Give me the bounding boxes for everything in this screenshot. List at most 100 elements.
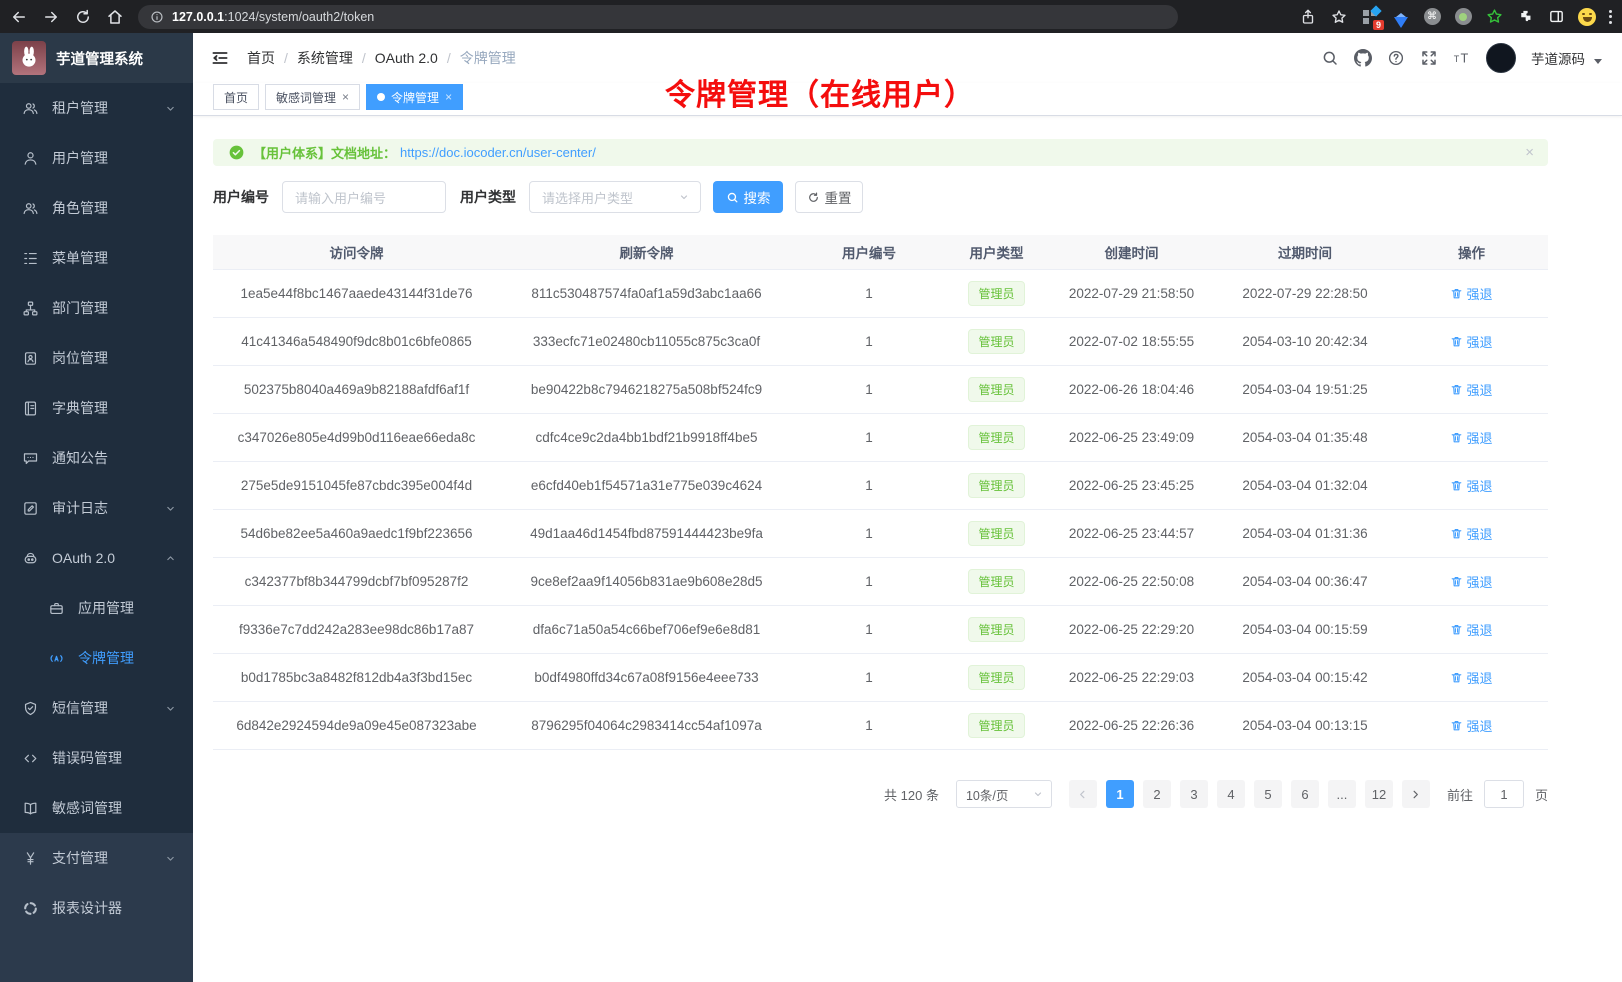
back-icon[interactable] — [10, 8, 28, 26]
cell-refresh: be90422b8c7946218275a508bf524fc9 — [500, 382, 793, 397]
tab-close-icon[interactable]: × — [342, 90, 349, 104]
extension-star-icon[interactable] — [1485, 8, 1503, 26]
sidebar-item-5[interactable]: 部门管理 — [0, 283, 193, 333]
browser-menu-icon[interactable] — [1609, 10, 1612, 24]
force-logout-button[interactable]: 强退 — [1450, 332, 1492, 351]
force-logout-button[interactable]: 强退 — [1450, 668, 1492, 687]
user-type-select[interactable]: 请选择用户类型 — [529, 181, 701, 213]
share-icon[interactable] — [1299, 8, 1317, 26]
table-row: 502375b8040a469a9b82188afdf6af1fbe90422b… — [213, 366, 1548, 414]
cell-refresh: dfa6c71a50a54c66bef706ef9e6e8d81 — [500, 622, 793, 637]
reset-button[interactable]: 重置 — [795, 181, 863, 213]
extension-command-icon[interactable]: ⌘ — [1423, 8, 1441, 26]
fullscreen-icon[interactable] — [1420, 49, 1438, 67]
sidebar-item-16[interactable]: 支付管理 — [0, 833, 193, 883]
search-icon[interactable] — [1321, 49, 1339, 67]
tag-view-tab[interactable]: 令牌管理× — [366, 84, 463, 110]
user-avatar[interactable] — [1486, 43, 1516, 73]
sidebar-item-6[interactable]: 岗位管理 — [0, 333, 193, 383]
users-icon — [22, 200, 39, 217]
cell-expires: 2054-03-04 01:31:36 — [1215, 526, 1395, 541]
svg-text:T: T — [1461, 51, 1469, 66]
tag-view-tab[interactable]: 首页 — [213, 84, 259, 110]
page-button-2[interactable]: 2 — [1143, 780, 1171, 808]
table-row: c347026e805e4d99b0d116eae66eda8ccdfc4ce9… — [213, 414, 1548, 462]
help-icon[interactable] — [1387, 49, 1405, 67]
page-button-12[interactable]: 12 — [1365, 780, 1393, 808]
extension-record-icon[interactable] — [1454, 8, 1472, 26]
user-menu-caret-icon[interactable] — [1594, 59, 1602, 64]
sidebar-item-13[interactable]: 短信管理 — [0, 683, 193, 733]
table-row: 1ea5e44f8bc1467aaede43144f31de76811c5304… — [213, 270, 1548, 318]
doc-link[interactable]: https://doc.iocoder.cn/user-center/ — [400, 145, 596, 160]
page-size-select[interactable]: 10条/页 — [956, 780, 1052, 808]
profile-avatar-icon[interactable] — [1578, 8, 1596, 26]
alert-close-icon[interactable]: × — [1525, 144, 1534, 161]
address-bar[interactable]: 127.0.0.1:1024/system/oauth2/token — [138, 5, 1178, 29]
trash-icon — [1450, 527, 1463, 540]
sidebar-item-1[interactable]: 租户管理 — [0, 83, 193, 133]
sidebar-item-12[interactable]: 令牌管理 — [0, 633, 193, 683]
sidebar-item-8[interactable]: 通知公告 — [0, 433, 193, 483]
sidebar-item-2[interactable]: 用户管理 — [0, 133, 193, 183]
sidebar-item-label: 应用管理 — [78, 598, 134, 618]
log-icon — [22, 500, 39, 517]
page-button-6[interactable]: 6 — [1291, 780, 1319, 808]
force-logout-button[interactable]: 强退 — [1450, 284, 1492, 303]
force-logout-button[interactable]: 强退 — [1450, 620, 1492, 639]
tab-label: 敏感词管理 — [276, 89, 336, 106]
cell-access: f9336e7c7dd242a283ee98dc86b17a87 — [213, 622, 500, 637]
home-icon[interactable] — [106, 8, 124, 26]
table-row: b0d1785bc3a8482f812db4a3f3bd15ecb0df4980… — [213, 654, 1548, 702]
app-logo[interactable]: 芋道管理系统 — [0, 33, 193, 83]
goto-page-input[interactable]: 1 — [1484, 780, 1524, 808]
extension-puzzle-icon[interactable] — [1516, 8, 1534, 26]
breadcrumb-item[interactable]: OAuth 2.0 — [375, 50, 438, 66]
reload-icon[interactable] — [74, 8, 92, 26]
sidebar-item-10[interactable]: OAuth 2.0 — [0, 533, 193, 583]
force-logout-button[interactable]: 强退 — [1450, 380, 1492, 399]
extension-grid-icon[interactable]: 9 — [1361, 8, 1379, 26]
chevron-up-icon — [164, 552, 177, 565]
tab-close-icon[interactable]: × — [445, 90, 452, 104]
sidebar-item-11[interactable]: 应用管理 — [0, 583, 193, 633]
force-logout-button[interactable]: 强退 — [1450, 476, 1492, 495]
sidebar-item-4[interactable]: 菜单管理 — [0, 233, 193, 283]
force-logout-button[interactable]: 强退 — [1450, 572, 1492, 591]
search-button[interactable]: 搜索 — [713, 181, 783, 213]
breadcrumb-item[interactable]: 首页 — [247, 48, 275, 68]
sidebar-item-3[interactable]: 角色管理 — [0, 183, 193, 233]
username[interactable]: 芋道源码 — [1531, 48, 1585, 68]
breadcrumb-item[interactable]: 系统管理 — [297, 48, 353, 68]
bookmark-star-icon[interactable] — [1330, 8, 1348, 26]
page-button-1[interactable]: 1 — [1106, 780, 1134, 808]
browser-nav — [10, 8, 124, 26]
extension-gem-icon[interactable] — [1392, 8, 1410, 26]
force-logout-button[interactable]: 强退 — [1450, 428, 1492, 447]
chevron-down-icon — [1032, 788, 1044, 800]
page-button-5[interactable]: 5 — [1254, 780, 1282, 808]
force-logout-label: 强退 — [1466, 332, 1492, 351]
force-logout-button[interactable]: 强退 — [1450, 524, 1492, 543]
column-header: 过期时间 — [1215, 242, 1395, 262]
sidebar-item-14[interactable]: 错误码管理 — [0, 733, 193, 783]
tag-view-tab[interactable]: 敏感词管理 × — [265, 84, 360, 110]
sidebar-item-15[interactable]: 敏感词管理 — [0, 783, 193, 833]
chevron-down-icon — [164, 502, 177, 515]
forward-icon[interactable] — [42, 8, 60, 26]
page-button-4[interactable]: 4 — [1217, 780, 1245, 808]
prev-page-button[interactable] — [1069, 780, 1097, 808]
github-icon[interactable] — [1354, 49, 1372, 67]
page-button-3[interactable]: 3 — [1180, 780, 1208, 808]
page-ellipsis[interactable]: ... — [1328, 780, 1356, 808]
font-size-icon[interactable]: TT — [1453, 49, 1471, 67]
site-info-icon[interactable] — [150, 10, 164, 24]
sidebar-item-7[interactable]: 字典管理 — [0, 383, 193, 433]
user-id-input[interactable]: 请输入用户编号 — [282, 181, 446, 213]
side-panel-icon[interactable] — [1547, 8, 1565, 26]
next-page-button[interactable] — [1402, 780, 1430, 808]
force-logout-button[interactable]: 强退 — [1450, 716, 1492, 735]
sidebar-item-17[interactable]: 报表设计器 — [0, 883, 193, 933]
sidebar-item-9[interactable]: 审计日志 — [0, 483, 193, 533]
collapse-sidebar-icon[interactable] — [210, 48, 230, 68]
